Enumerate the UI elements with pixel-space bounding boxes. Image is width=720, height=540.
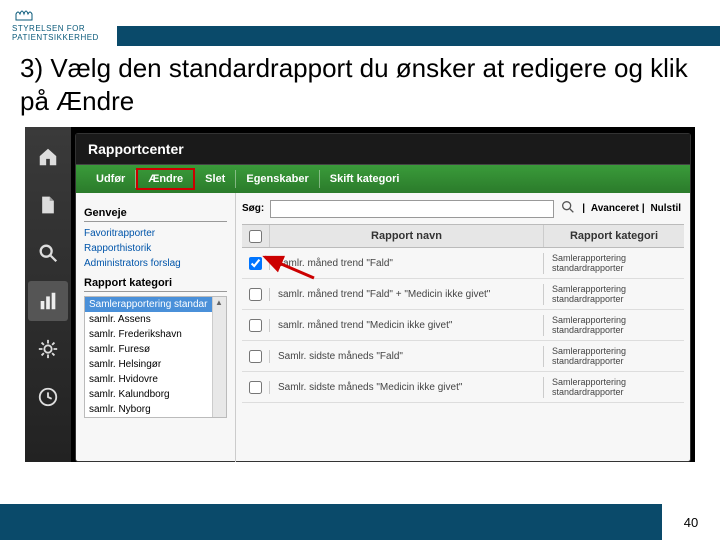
row-checkbox[interactable] bbox=[242, 350, 270, 363]
report-grid: Rapport navn Rapport kategori samlr. mån… bbox=[242, 224, 684, 403]
left-rail bbox=[25, 127, 71, 462]
table-row[interactable]: samlr. måned trend "Fald" + "Medicin ikk… bbox=[242, 279, 684, 310]
row-name: Samlr. sidste måneds "Medicin ikke givet… bbox=[270, 377, 544, 398]
category-item[interactable]: samlr. Helsingør bbox=[85, 357, 226, 372]
row-checkbox[interactable] bbox=[242, 257, 270, 270]
toolbar-udfor[interactable]: Udfør bbox=[86, 170, 136, 188]
row-cat: Samlerapportering standardrapporter bbox=[544, 341, 684, 371]
file-icon[interactable] bbox=[28, 185, 68, 225]
advanced-link[interactable]: Avanceret bbox=[591, 203, 639, 214]
scrollbar[interactable] bbox=[212, 297, 226, 417]
inner-panel: Rapportcenter Udfør Ændre Slet Egenskabe… bbox=[75, 133, 691, 462]
kategori-head: Rapport kategori bbox=[84, 277, 227, 292]
logo-line1: STYRELSEN FOR bbox=[12, 24, 85, 33]
toolbar-slet[interactable]: Slet bbox=[195, 170, 236, 188]
left-column: Genveje Favoritrapporter Rapporthistorik… bbox=[76, 193, 236, 462]
panel-title: Rapportcenter bbox=[76, 134, 690, 165]
search-links: | Avanceret| Nulstil bbox=[582, 203, 684, 214]
crown-icon bbox=[12, 6, 36, 22]
category-list[interactable]: Samlerapportering standar samlr. Assens … bbox=[84, 296, 227, 418]
home-icon[interactable] bbox=[28, 137, 68, 177]
toolbar: Udfør Ændre Slet Egenskaber Skift katego… bbox=[76, 165, 690, 193]
row-name: Samlr. sidste måneds "Fald" bbox=[270, 346, 544, 367]
row-name: samlr. måned trend "Fald" bbox=[270, 253, 544, 274]
reset-link[interactable]: Nulstil bbox=[650, 203, 681, 214]
slide-title: 3) Vælg den standardrapport du ønsker at… bbox=[0, 46, 720, 127]
table-row[interactable]: samlr. måned trend "Fald"Samlerapporteri… bbox=[242, 248, 684, 279]
header-checkbox[interactable] bbox=[242, 225, 270, 247]
row-cat: Samlerapportering standardrapporter bbox=[544, 248, 684, 278]
category-item[interactable]: Samlerapportering standar bbox=[85, 297, 226, 312]
clock-icon[interactable] bbox=[28, 377, 68, 417]
row-checkbox[interactable] bbox=[242, 288, 270, 301]
logo: STYRELSEN FOR PATIENTSIKKERHED bbox=[12, 6, 99, 42]
table-row[interactable]: Samlr. sidste måneds "Fald"Samlerapporte… bbox=[242, 341, 684, 372]
shortcut-link[interactable]: Favoritrapporter bbox=[84, 226, 227, 241]
genveje-head: Genveje bbox=[84, 207, 227, 222]
search-icon[interactable] bbox=[28, 233, 68, 273]
header-blue-bar bbox=[117, 26, 720, 46]
page-number: 40 bbox=[662, 504, 720, 540]
col-name-header[interactable]: Rapport navn bbox=[270, 225, 544, 247]
table-row[interactable]: samlr. måned trend "Medicin ikke givet"S… bbox=[242, 310, 684, 341]
app-screenshot: Rapportcenter Udfør Ændre Slet Egenskabe… bbox=[25, 127, 695, 462]
footer-blue-bar bbox=[0, 504, 662, 540]
grid-header: Rapport navn Rapport kategori bbox=[242, 225, 684, 248]
category-item[interactable]: samlr. Hvidovre bbox=[85, 372, 226, 387]
category-item[interactable]: samlr. Kalundborg bbox=[85, 387, 226, 402]
row-cat: Samlerapportering standardrapporter bbox=[544, 279, 684, 309]
table-row[interactable]: Samlr. sidste måneds "Medicin ikke givet… bbox=[242, 372, 684, 403]
row-checkbox[interactable] bbox=[242, 319, 270, 332]
shortcut-link[interactable]: Administrators forslag bbox=[84, 256, 227, 271]
shortcut-list: Favoritrapporter Rapporthistorik Adminis… bbox=[84, 226, 227, 271]
footer: 40 bbox=[0, 504, 720, 540]
category-item[interactable]: samlr. Furesø bbox=[85, 342, 226, 357]
category-item[interactable]: samlr. Nyborg bbox=[85, 402, 226, 417]
category-item[interactable]: samlr. Assens bbox=[85, 312, 226, 327]
search-row: Søg: | Avanceret| Nulstil bbox=[242, 199, 684, 218]
right-column: Søg: | Avanceret| Nulstil Rapport navn R… bbox=[236, 193, 690, 462]
row-name: samlr. måned trend "Fald" + "Medicin ikk… bbox=[270, 284, 544, 305]
chart-icon[interactable] bbox=[28, 281, 68, 321]
row-cat: Samlerapportering standardrapporter bbox=[544, 310, 684, 340]
row-checkbox[interactable] bbox=[242, 381, 270, 394]
shortcut-link[interactable]: Rapporthistorik bbox=[84, 241, 227, 256]
content-row: Genveje Favoritrapporter Rapporthistorik… bbox=[76, 193, 690, 462]
search-go-icon[interactable] bbox=[560, 199, 576, 218]
category-item[interactable]: samlr. Frederikshavn bbox=[85, 327, 226, 342]
toolbar-skift[interactable]: Skift kategori bbox=[320, 170, 410, 188]
col-cat-header[interactable]: Rapport kategori bbox=[544, 225, 684, 247]
toolbar-egenskaber[interactable]: Egenskaber bbox=[236, 170, 319, 188]
row-cat: Samlerapportering standardrapporter bbox=[544, 372, 684, 402]
slide-header: STYRELSEN FOR PATIENTSIKKERHED bbox=[0, 0, 720, 46]
row-name: samlr. måned trend "Medicin ikke givet" bbox=[270, 315, 544, 336]
search-input[interactable] bbox=[270, 200, 554, 218]
search-label: Søg: bbox=[242, 203, 264, 214]
toolbar-aendre[interactable]: Ændre bbox=[136, 168, 195, 190]
logo-line2: PATIENTSIKKERHED bbox=[12, 33, 99, 42]
gear-icon[interactable] bbox=[28, 329, 68, 369]
